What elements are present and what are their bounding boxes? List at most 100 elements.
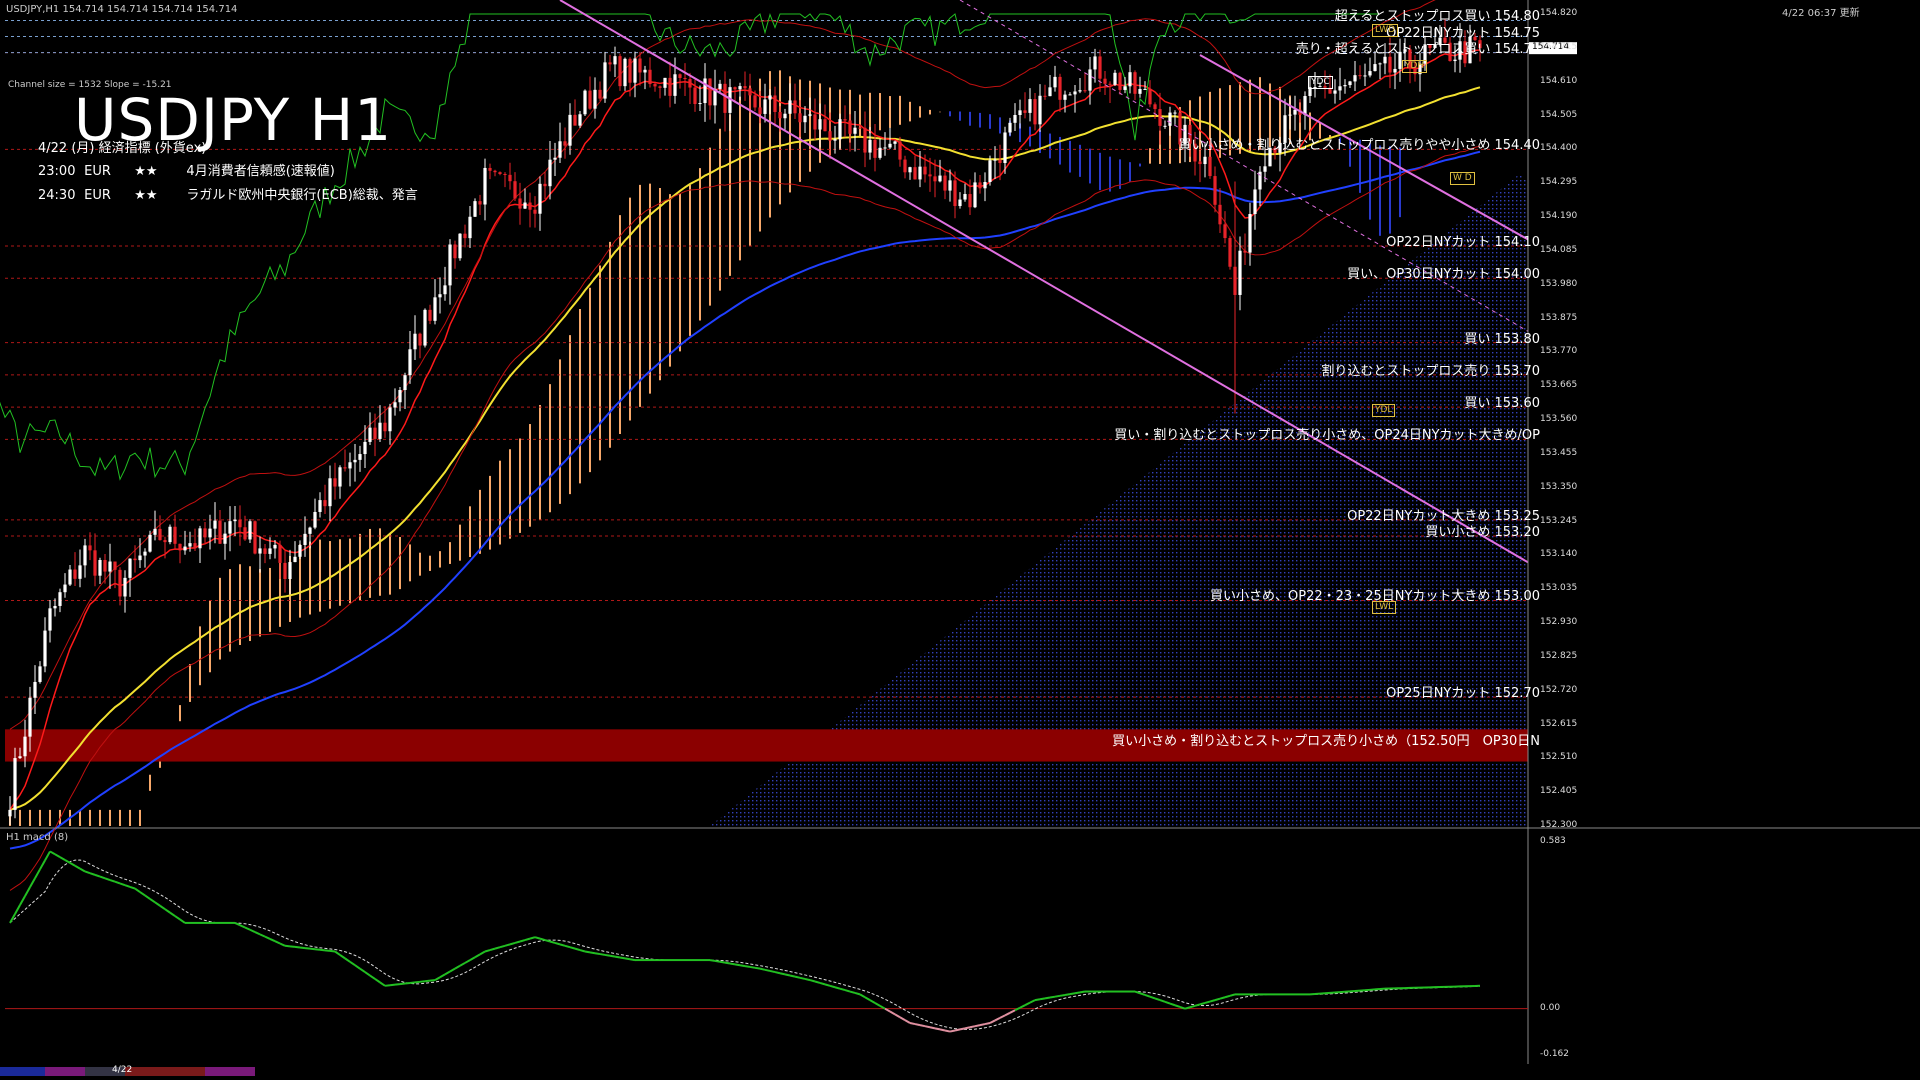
- candle-body: [108, 561, 112, 572]
- y-tick-label: 153.770: [1540, 346, 1578, 357]
- candle-body: [823, 119, 827, 132]
- candle-body: [263, 548, 267, 554]
- candle-body: [648, 69, 652, 85]
- y-tick-label: 154.085: [1540, 244, 1578, 255]
- candle-body: [113, 561, 117, 570]
- y-tick-label: 153.140: [1540, 549, 1578, 560]
- candle-body: [1033, 99, 1037, 125]
- candle-body: [218, 520, 222, 544]
- candle-body: [238, 519, 242, 528]
- candle-body: [703, 78, 707, 104]
- macd-segment: [824, 983, 831, 987]
- macd-segment: [1229, 993, 1236, 997]
- macd-segment: [794, 975, 801, 979]
- candle-body: [508, 174, 512, 182]
- candle-body: [448, 244, 452, 286]
- candle-body: [653, 84, 657, 87]
- y-tick-label: 154.190: [1540, 211, 1578, 221]
- candle-body: [98, 559, 102, 576]
- candle-body: [1288, 114, 1292, 116]
- candle-body: [363, 441, 367, 455]
- price-tag: W D: [1450, 172, 1475, 186]
- macd-segment: [979, 1023, 986, 1027]
- candle-body: [848, 120, 852, 134]
- candle-body: [1103, 78, 1107, 84]
- macd-segment: [419, 980, 426, 983]
- macd-segment: [809, 979, 816, 983]
- candle-body: [828, 131, 832, 141]
- candle-body: [303, 533, 307, 545]
- candle-body: [8, 809, 12, 817]
- candle-body: [748, 88, 752, 96]
- macd-segment: [839, 987, 846, 992]
- price-tag: LWL: [1372, 600, 1397, 614]
- candle-body: [1128, 72, 1132, 87]
- macd-segment: [784, 973, 791, 977]
- candle-body: [158, 528, 162, 541]
- candle-body: [453, 244, 457, 259]
- candle-body: [978, 182, 982, 189]
- candle-body: [248, 521, 252, 540]
- candle-body: [138, 555, 142, 561]
- macd-segment: [424, 979, 431, 983]
- macd-segment: [294, 945, 301, 949]
- macd-segment: [744, 965, 751, 968]
- macd-segment: [574, 947, 581, 952]
- macd-segment: [759, 967, 766, 971]
- candle-body: [558, 141, 562, 158]
- order-label: 買い小さめ 153.20: [1425, 525, 1540, 540]
- y-tick-label: 153.350: [1540, 481, 1578, 492]
- macd-segment: [944, 1029, 951, 1033]
- candle-body: [338, 467, 342, 487]
- macd-segment: [1049, 995, 1056, 999]
- candle-body: [533, 209, 537, 214]
- macd-segment: [569, 946, 576, 950]
- timeline-segment: [125, 1067, 205, 1076]
- order-label: 売り・超えるとストップロス買い 154.70: [1295, 41, 1540, 57]
- candle-body: [998, 159, 1002, 164]
- macd-segment: [709, 959, 716, 962]
- candle-body: [123, 577, 127, 597]
- candle-body: [388, 407, 392, 432]
- macd-segment: [329, 949, 336, 953]
- candle-body: [1353, 75, 1357, 82]
- candle-body: [398, 390, 402, 403]
- candle-body: [683, 77, 687, 80]
- axis-background: [1528, 0, 1920, 1080]
- candle-body: [368, 427, 372, 442]
- candle-body: [253, 521, 257, 554]
- candle-body: [1153, 104, 1157, 110]
- macd-segment: [934, 1027, 941, 1031]
- event-stars: ★★: [134, 188, 158, 203]
- candle-body: [818, 119, 822, 130]
- candle-body: [208, 528, 212, 538]
- macd-segment: [1199, 1002, 1206, 1006]
- timeline-segment: [45, 1067, 85, 1076]
- macd-segment: [619, 956, 626, 960]
- candle-body: [1168, 112, 1172, 126]
- macd-segment: [614, 955, 621, 959]
- candle-body: [598, 89, 602, 99]
- candle-body: [298, 544, 302, 557]
- candle-body: [763, 99, 767, 114]
- macd-segment: [1189, 1004, 1196, 1009]
- candle-body: [43, 630, 47, 667]
- candle-body: [178, 543, 182, 551]
- y-tick-label: 154.295: [1540, 177, 1578, 188]
- macd-segment: [1054, 994, 1061, 998]
- macd-segment: [819, 981, 826, 986]
- macd-segment: [1079, 990, 1086, 994]
- events-heading: 4/22 (月) 経済指標 (外貨ex): [38, 141, 207, 156]
- macd-segment: [1069, 992, 1076, 996]
- candle-body: [718, 83, 722, 89]
- candle-body: [633, 58, 637, 83]
- y-tick-label: 154.505: [1540, 109, 1578, 120]
- y-tick-label: 153.665: [1540, 380, 1578, 391]
- candle-body: [278, 544, 282, 563]
- candle-body: [573, 114, 577, 126]
- macd-segment: [559, 943, 566, 947]
- y-tick-label: 154.400: [1540, 143, 1578, 154]
- candle-body: [898, 141, 902, 160]
- candle-body: [833, 139, 837, 141]
- macd-segment: [314, 948, 321, 951]
